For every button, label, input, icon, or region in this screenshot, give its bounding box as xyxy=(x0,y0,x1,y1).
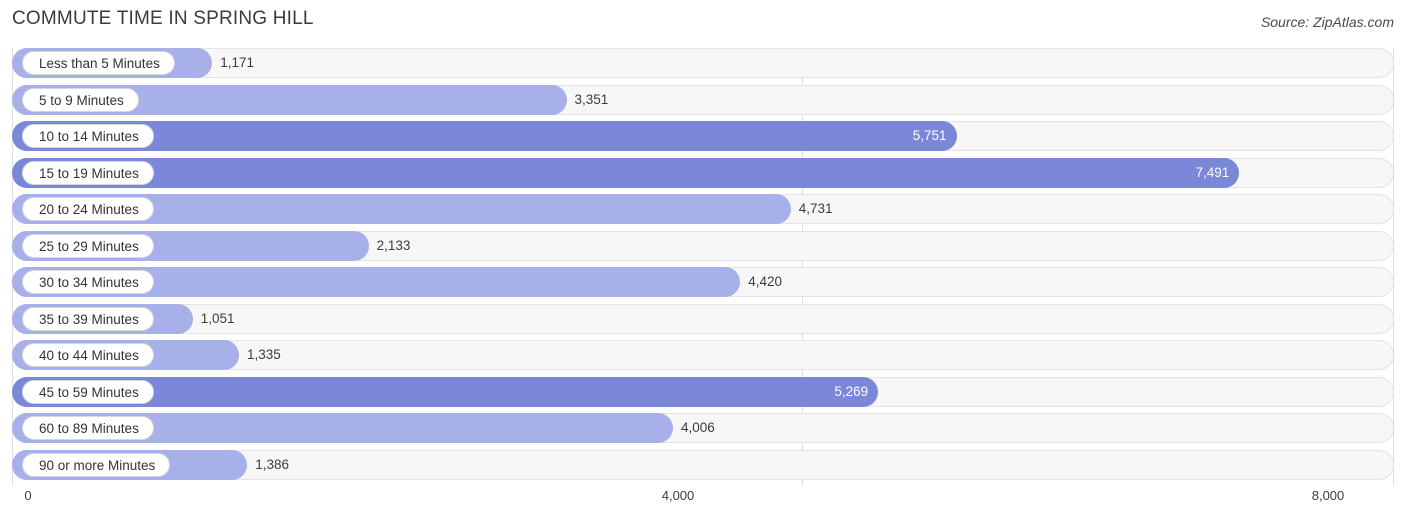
bar-row: 40 to 44 Minutes 1,335 xyxy=(12,340,1394,370)
x-axis: 0 4,000 8,000 xyxy=(12,488,1394,510)
bar-rows: Less than 5 Minutes 1,171 5 to 9 Minutes 3,… xyxy=(12,48,1394,486)
bar-value-label: 5,751 xyxy=(912,128,947,143)
bar-row: Less than 5 Minutes 1,171 xyxy=(12,48,1394,78)
bar-row: 25 to 29 Minutes 2,133 xyxy=(12,230,1394,261)
chart-container: COMMUTE TIME IN SPRING HILL Source: ZipA… xyxy=(0,0,1406,522)
bar-category-label: 35 to 39 Minutes xyxy=(22,306,154,331)
bar-category-label: 60 to 89 Minutes xyxy=(22,416,154,440)
bar-category-label: 5 to 9 Minutes xyxy=(22,87,139,112)
x-tick-label: 8,000 xyxy=(1311,488,1345,503)
bar-category-label: 25 to 29 Minutes xyxy=(22,233,154,258)
bar-value-label: 4,731 xyxy=(798,201,833,216)
x-tick-label: 4,000 xyxy=(661,488,695,503)
source-attribution: Source: ZipAtlas.com xyxy=(1260,14,1394,30)
bar-category-label: 90 or more Minutes xyxy=(22,452,171,477)
bar-value-label: 7,491 xyxy=(1195,164,1230,180)
bar-category-label: 10 to 14 Minutes xyxy=(22,124,154,148)
bar-row: 30 to 34 Minutes 4,420 xyxy=(12,267,1394,297)
bar-row: 10 to 14 Minutes 5,751 xyxy=(12,121,1394,151)
bar-fill xyxy=(12,157,1240,188)
bar-row: 15 to 19 Minutes 7,491 xyxy=(12,157,1394,188)
bar-category-label: 20 to 24 Minutes xyxy=(22,197,154,221)
bar-category-label: 45 to 59 Minutes xyxy=(22,379,154,404)
bar-value-label: 1,051 xyxy=(200,310,235,326)
bar-category-label: 30 to 34 Minutes xyxy=(22,270,154,294)
bar-value-label: 2,133 xyxy=(376,237,411,253)
page-title: COMMUTE TIME IN SPRING HILL xyxy=(12,8,314,29)
bar-category-label: 15 to 19 Minutes xyxy=(22,160,154,185)
bar-row: 45 to 59 Minutes 5,269 xyxy=(12,376,1394,407)
bar-value-label: 1,335 xyxy=(246,347,281,362)
bar-value-label: 4,420 xyxy=(748,274,783,289)
bar-value-label: 5,269 xyxy=(834,383,869,399)
bar-value-label: 4,006 xyxy=(680,420,715,435)
bar-category-label: 40 to 44 Minutes xyxy=(22,343,154,367)
x-tick-label: 0 xyxy=(24,488,32,503)
bar-row: 35 to 39 Minutes 1,051 xyxy=(12,303,1394,334)
bar-row: 90 or more Minutes 1,386 xyxy=(12,449,1394,480)
bar-category-label: Less than 5 Minutes xyxy=(22,51,175,75)
bar-value-label: 1,171 xyxy=(220,55,255,70)
plot-area: Less than 5 Minutes 1,171 5 to 9 Minutes 3,… xyxy=(12,48,1394,486)
bar-row: 60 to 89 Minutes 4,006 xyxy=(12,413,1394,443)
bar-value-label: 3,351 xyxy=(574,91,609,107)
bar-row: 5 to 9 Minutes 3,351 xyxy=(12,84,1394,115)
bar-row: 20 to 24 Minutes 4,731 xyxy=(12,194,1394,224)
bar-value-label: 1,386 xyxy=(255,456,290,472)
